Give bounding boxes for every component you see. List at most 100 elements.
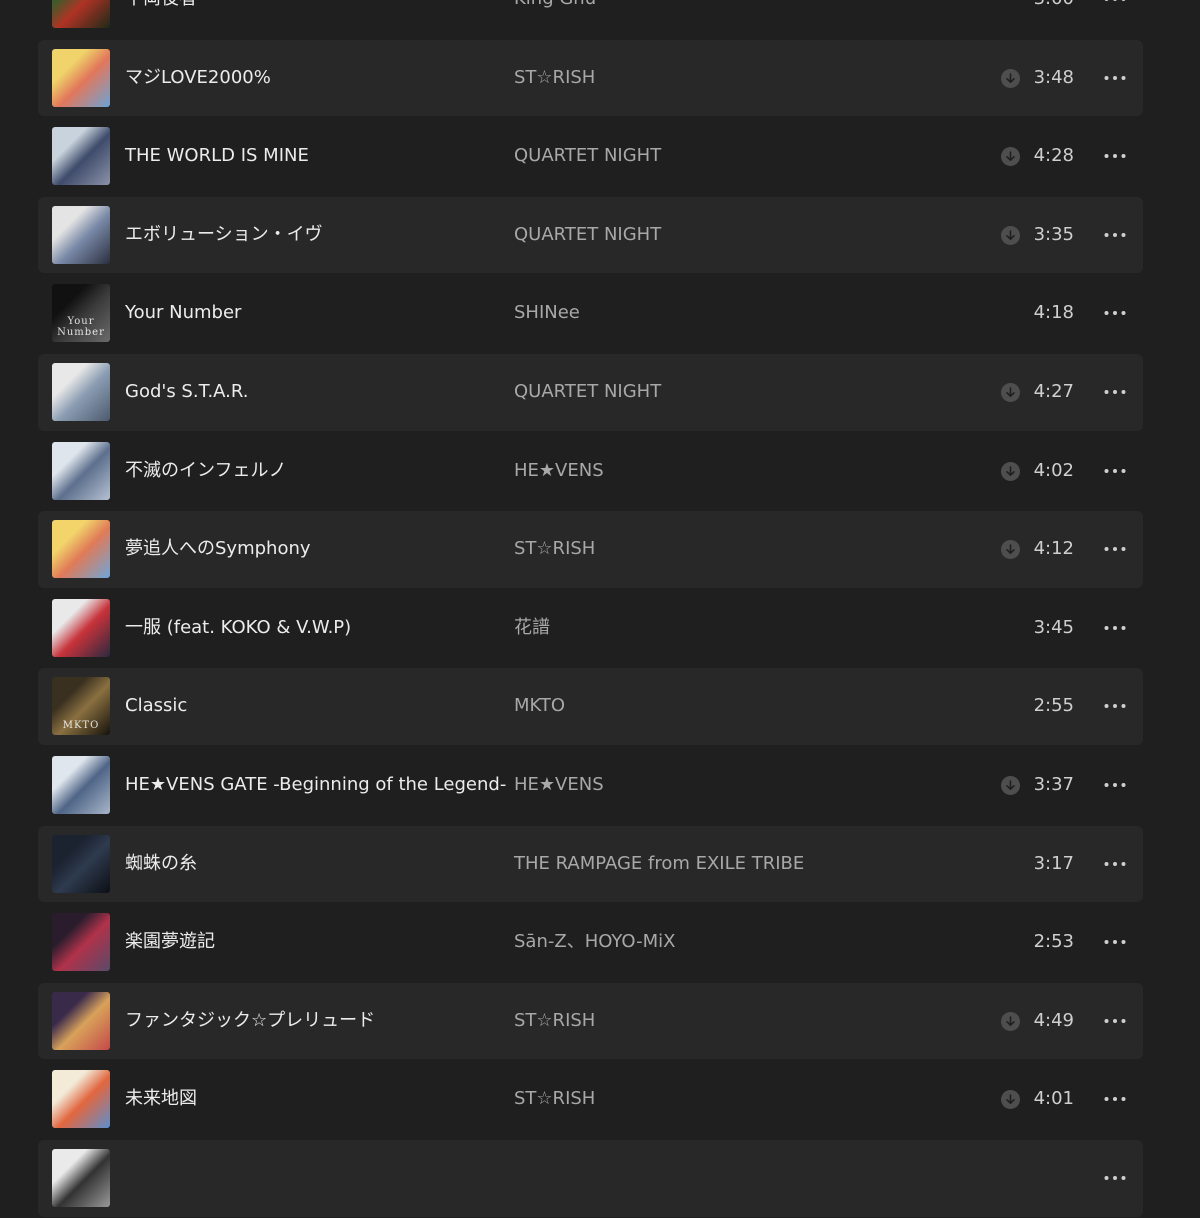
track-row[interactable]: エボリューション・イヴ QUARTET NIGHT 3:35 — [0, 196, 1200, 275]
arrow-down-circle-icon — [1001, 68, 1020, 88]
track-row[interactable] — [0, 1139, 1200, 1218]
ellipsis-icon[interactable] — [1103, 151, 1127, 161]
ellipsis-icon[interactable] — [1103, 1173, 1127, 1183]
ellipsis-icon[interactable] — [1103, 0, 1127, 4]
track-artist-link[interactable]: HE★VENS — [514, 746, 604, 825]
track-title: Classic — [125, 695, 188, 717]
album-artwork[interactable] — [52, 48, 110, 107]
album-artwork[interactable]: MKTO — [52, 677, 110, 736]
track-artist-link[interactable]: MKTO — [514, 667, 565, 746]
album-artwork[interactable] — [52, 755, 110, 814]
ellipsis-icon[interactable] — [1103, 230, 1127, 240]
album-artwork[interactable] — [52, 205, 110, 264]
track-row[interactable]: 一服 (feat. KOKO & V.W.P) 花譜 3:45 — [0, 589, 1200, 668]
track-title: 未来地図 — [125, 1088, 197, 1110]
track-duration: 3:48 — [1033, 66, 1074, 88]
track-row-background — [38, 668, 1143, 745]
album-artwork[interactable] — [52, 1070, 110, 1129]
track-row[interactable]: 不滅のインフェルノ HE★VENS 4:02 — [0, 432, 1200, 511]
ellipsis-icon[interactable] — [1103, 73, 1127, 83]
track-artist-link[interactable]: QUARTET NIGHT — [514, 196, 661, 275]
album-artwork[interactable] — [52, 913, 110, 972]
track-title: ファンタジック☆プレリュード — [125, 1009, 376, 1031]
track-title: God's S.T.A.R. — [125, 380, 249, 402]
track-artist-link[interactable]: ST☆RISH — [514, 39, 595, 118]
track-duration: 3:45 — [1033, 616, 1074, 638]
ellipsis-icon[interactable] — [1103, 1016, 1127, 1026]
track-title: Your Number — [125, 302, 242, 324]
album-artwork-text: Your Number — [57, 316, 105, 339]
album-artwork[interactable] — [52, 1148, 110, 1207]
track-duration: 4:28 — [1033, 145, 1074, 167]
track-duration: 3:00 — [1034, 0, 1074, 39]
album-artwork[interactable] — [52, 598, 110, 657]
track-title: 蜘蛛の糸 — [125, 852, 197, 874]
track-duration: 3:37 — [1033, 773, 1074, 795]
track-list: 千両役者 King Gnu 3:00 マジLOVE2000% ST☆RISH 3:48 TH… — [0, 0, 1200, 1218]
arrow-down-circle-icon — [1001, 461, 1020, 481]
track-row[interactable]: 未来地図 ST☆RISH 4:01 — [0, 1060, 1200, 1139]
track-row[interactable]: 千両役者 King Gnu 3:00 — [0, 0, 1200, 39]
track-title: 楽園夢遊記 — [125, 931, 215, 953]
album-artwork[interactable] — [52, 127, 110, 186]
track-duration: 2:55 — [1033, 695, 1074, 717]
ellipsis-icon[interactable] — [1103, 701, 1127, 711]
track-row[interactable]: 夢追人へのSymphony ST☆RISH 4:12 — [0, 510, 1200, 589]
track-duration: 4:18 — [1033, 302, 1074, 324]
album-artwork[interactable] — [52, 520, 110, 579]
track-row[interactable]: Your Number Your Number SHINee 4:18 — [0, 274, 1200, 353]
track-duration: 4:27 — [1033, 380, 1074, 402]
track-row[interactable]: THE WORLD IS MINE QUARTET NIGHT 4:28 — [0, 117, 1200, 196]
track-title: THE WORLD IS MINE — [125, 145, 309, 167]
track-row[interactable]: 楽園夢遊記 Sān-Z、HOYO-MiX 2:53 — [0, 903, 1200, 982]
track-artist-link[interactable]: King Gnu — [514, 0, 596, 39]
track-row[interactable]: マジLOVE2000% ST☆RISH 3:48 — [0, 39, 1200, 118]
album-artwork[interactable]: Your Number — [52, 284, 110, 343]
track-artist-link[interactable]: Sān-Z、HOYO-MiX — [514, 903, 675, 982]
ellipsis-icon[interactable] — [1103, 780, 1127, 790]
track-title: 不滅のインフェルノ — [125, 459, 287, 481]
ellipsis-icon[interactable] — [1103, 623, 1127, 633]
track-row[interactable]: MKTO Classic MKTO 2:55 — [0, 667, 1200, 746]
track-artist-link[interactable]: QUARTET NIGHT — [514, 353, 661, 432]
track-artist-link[interactable]: HE★VENS — [514, 432, 604, 511]
arrow-down-circle-icon — [1001, 1011, 1020, 1031]
track-duration: 4:49 — [1033, 1009, 1074, 1031]
album-artwork[interactable] — [52, 362, 110, 421]
track-row[interactable]: HE★VENS GATE -Beginning of the Legend- HE… — [0, 746, 1200, 825]
track-artist-link[interactable]: QUARTET NIGHT — [514, 117, 661, 196]
track-title: 夢追人へのSymphony — [125, 538, 311, 560]
track-artist-link[interactable]: ST☆RISH — [514, 1060, 595, 1139]
album-artwork[interactable] — [52, 0, 110, 28]
track-title: エボリューション・イヴ — [125, 223, 323, 245]
album-artwork[interactable] — [52, 834, 110, 893]
ellipsis-icon[interactable] — [1103, 387, 1127, 397]
track-row[interactable]: ファンタジック☆プレリュード ST☆RISH 4:49 — [0, 982, 1200, 1061]
ellipsis-icon[interactable] — [1103, 466, 1127, 476]
album-artwork[interactable] — [52, 991, 110, 1050]
arrow-down-circle-icon — [1001, 775, 1020, 795]
track-row[interactable]: God's S.T.A.R. QUARTET NIGHT 4:27 — [0, 353, 1200, 432]
album-artwork[interactable] — [52, 441, 110, 500]
ellipsis-icon[interactable] — [1103, 544, 1127, 554]
track-title: 一服 (feat. KOKO & V.W.P) — [125, 616, 352, 638]
track-artist-link[interactable]: THE RAMPAGE from EXILE TRIBE — [514, 825, 804, 904]
track-title: マジLOVE2000% — [125, 66, 271, 88]
track-duration: 4:02 — [1033, 459, 1074, 481]
track-artist-link[interactable]: 花譜 — [514, 589, 550, 668]
album-artwork-text: MKTO — [62, 720, 100, 732]
track-duration: 4:01 — [1033, 1088, 1074, 1110]
ellipsis-icon[interactable] — [1103, 1094, 1127, 1104]
ellipsis-icon[interactable] — [1103, 937, 1127, 947]
track-duration: 4:12 — [1033, 538, 1074, 560]
track-duration: 3:35 — [1033, 223, 1074, 245]
track-artist-link[interactable]: SHINee — [514, 274, 580, 353]
arrow-down-circle-icon — [1001, 225, 1020, 245]
ellipsis-icon[interactable] — [1103, 859, 1127, 869]
track-artist-link[interactable]: ST☆RISH — [514, 510, 595, 589]
ellipsis-icon[interactable] — [1103, 308, 1127, 318]
track-duration: 3:17 — [1033, 852, 1074, 874]
track-row-background — [38, 1139, 1143, 1217]
track-row[interactable]: 蜘蛛の糸 THE RAMPAGE from EXILE TRIBE 3:17 — [0, 825, 1200, 904]
track-artist-link[interactable]: ST☆RISH — [514, 982, 595, 1061]
